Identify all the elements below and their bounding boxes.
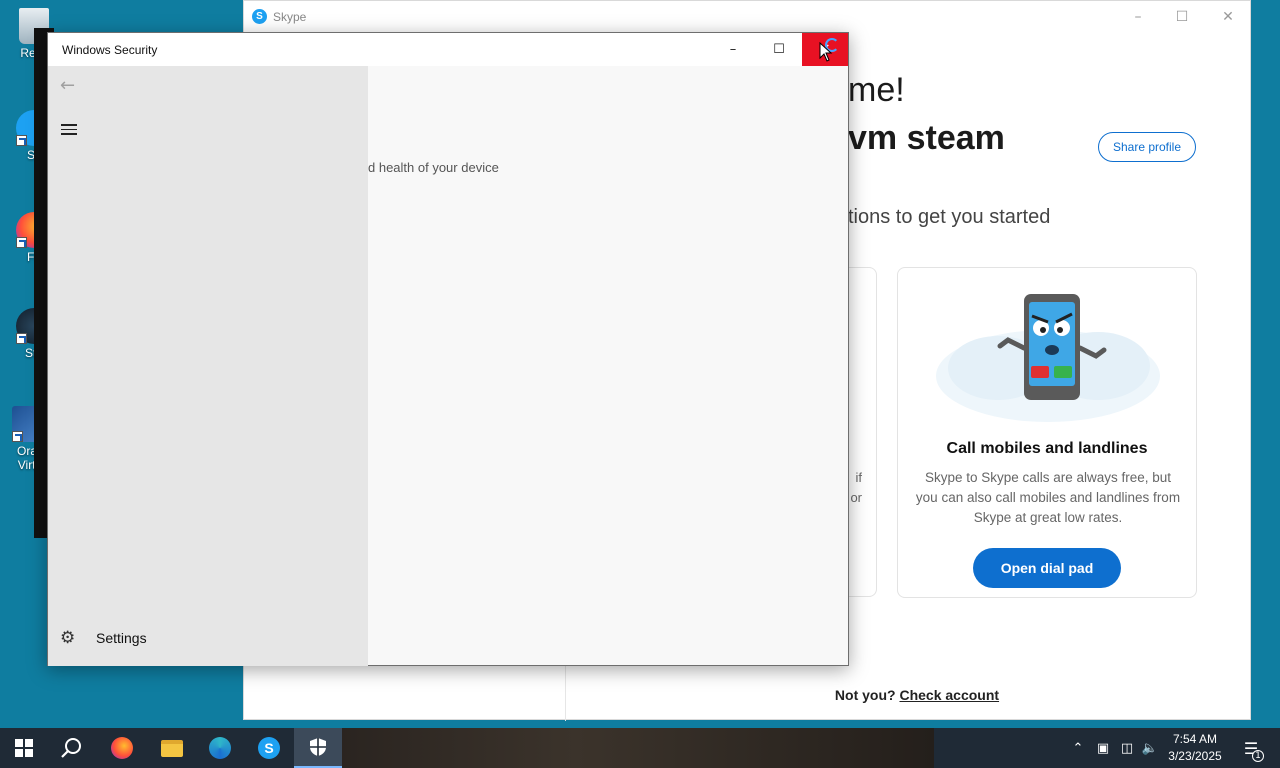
ws-maximize-button[interactable]: ☐ xyxy=(756,33,802,66)
windows-logo-icon xyxy=(15,739,33,757)
ws-settings-item[interactable]: ⚙ Settings xyxy=(60,628,147,648)
welcome-heading: me! xyxy=(848,71,905,109)
search-icon xyxy=(61,738,81,758)
call-mobiles-card: Call mobiles and landlines Skype to Skyp… xyxy=(897,267,1197,598)
taskbar: S ⌃ ▣ ◫ 🔈 7:54 AM 3/23/2025 ☰ 1 xyxy=(0,728,1280,768)
notification-center-button[interactable]: ☰ 1 xyxy=(1236,728,1266,768)
card-description: Skype to Skype calls are always free, bu… xyxy=(915,470,1181,525)
start-button[interactable] xyxy=(0,728,48,768)
taskbar-edge[interactable] xyxy=(196,728,244,768)
ws-settings-label: Settings xyxy=(96,630,147,646)
clock-time: 7:54 AM xyxy=(1172,732,1218,746)
windows-security-window: Windows Security – ☐ ✕ ← ⚙ Settings d he… xyxy=(47,32,849,666)
not-you-footer: Not you? Check account xyxy=(244,687,1252,703)
shield-icon xyxy=(310,738,326,756)
hamburger-menu-icon[interactable] xyxy=(61,124,77,136)
folder-icon xyxy=(161,739,183,757)
skype-titlebar[interactable]: S Skype – ☐ ✕ xyxy=(244,1,1250,33)
open-dial-pad-button[interactable]: Open dial pad xyxy=(973,548,1121,588)
network-icon[interactable]: ◫ xyxy=(1116,728,1138,768)
back-arrow-icon[interactable]: ← xyxy=(60,76,80,96)
firefox-icon xyxy=(111,737,133,759)
gear-icon: ⚙ xyxy=(60,628,76,648)
card-text-fragment: or xyxy=(850,490,862,505)
ws-window-title: Windows Security xyxy=(62,43,158,57)
shortcut-arrow-icon xyxy=(12,431,23,442)
skype-window-title: Skype xyxy=(273,10,307,24)
taskbar-windows-security[interactable] xyxy=(294,728,342,768)
suggestion-card-partial: if or xyxy=(848,267,877,597)
ws-sidebar: ← ⚙ Settings xyxy=(48,66,368,666)
card-text-fragment: if xyxy=(855,470,863,485)
ws-titlebar[interactable]: Windows Security – ☐ ✕ xyxy=(48,33,848,66)
not-you-text: Not you? xyxy=(834,687,896,703)
skype-close-button[interactable]: ✕ xyxy=(1205,5,1251,29)
search-button[interactable] xyxy=(48,728,96,768)
meet-now-icon[interactable]: ▣ xyxy=(1092,728,1114,768)
shortcut-arrow-icon xyxy=(16,333,27,344)
skype-icon: S xyxy=(258,737,280,759)
notification-count-badge: 1 xyxy=(1252,750,1264,762)
confused-phone-illustration-icon xyxy=(936,294,1160,422)
taskbar-firefox[interactable] xyxy=(98,728,146,768)
taskbar-background-image xyxy=(336,728,934,768)
user-name: vm steam xyxy=(848,119,1005,157)
share-profile-button[interactable]: Share profile xyxy=(1098,132,1196,162)
ws-health-text: d health of your device xyxy=(368,160,499,175)
taskbar-skype[interactable]: S xyxy=(245,728,293,768)
taskbar-file-explorer[interactable] xyxy=(148,728,196,768)
skype-maximize-button[interactable]: ☐ xyxy=(1159,5,1205,29)
card-title: Call mobiles and landlines xyxy=(946,440,1148,457)
mouse-cursor-icon xyxy=(819,42,833,62)
shortcut-arrow-icon xyxy=(16,135,27,146)
ws-minimize-button[interactable]: – xyxy=(710,33,756,66)
show-hidden-icons-button[interactable]: ⌃ xyxy=(1068,728,1088,768)
taskbar-clock[interactable]: 7:54 AM 3/23/2025 xyxy=(1160,731,1230,765)
edge-icon xyxy=(209,737,231,759)
skype-logo-icon: S xyxy=(252,9,267,24)
volume-muted-icon[interactable]: 🔈 xyxy=(1139,728,1161,768)
skype-minimize-button[interactable]: – xyxy=(1115,5,1161,29)
check-account-link[interactable]: Check account xyxy=(899,687,999,703)
clock-date: 3/23/2025 xyxy=(1168,749,1222,763)
suggestions-subtitle: tions to get you started xyxy=(848,206,1051,228)
shortcut-arrow-icon xyxy=(16,237,27,248)
